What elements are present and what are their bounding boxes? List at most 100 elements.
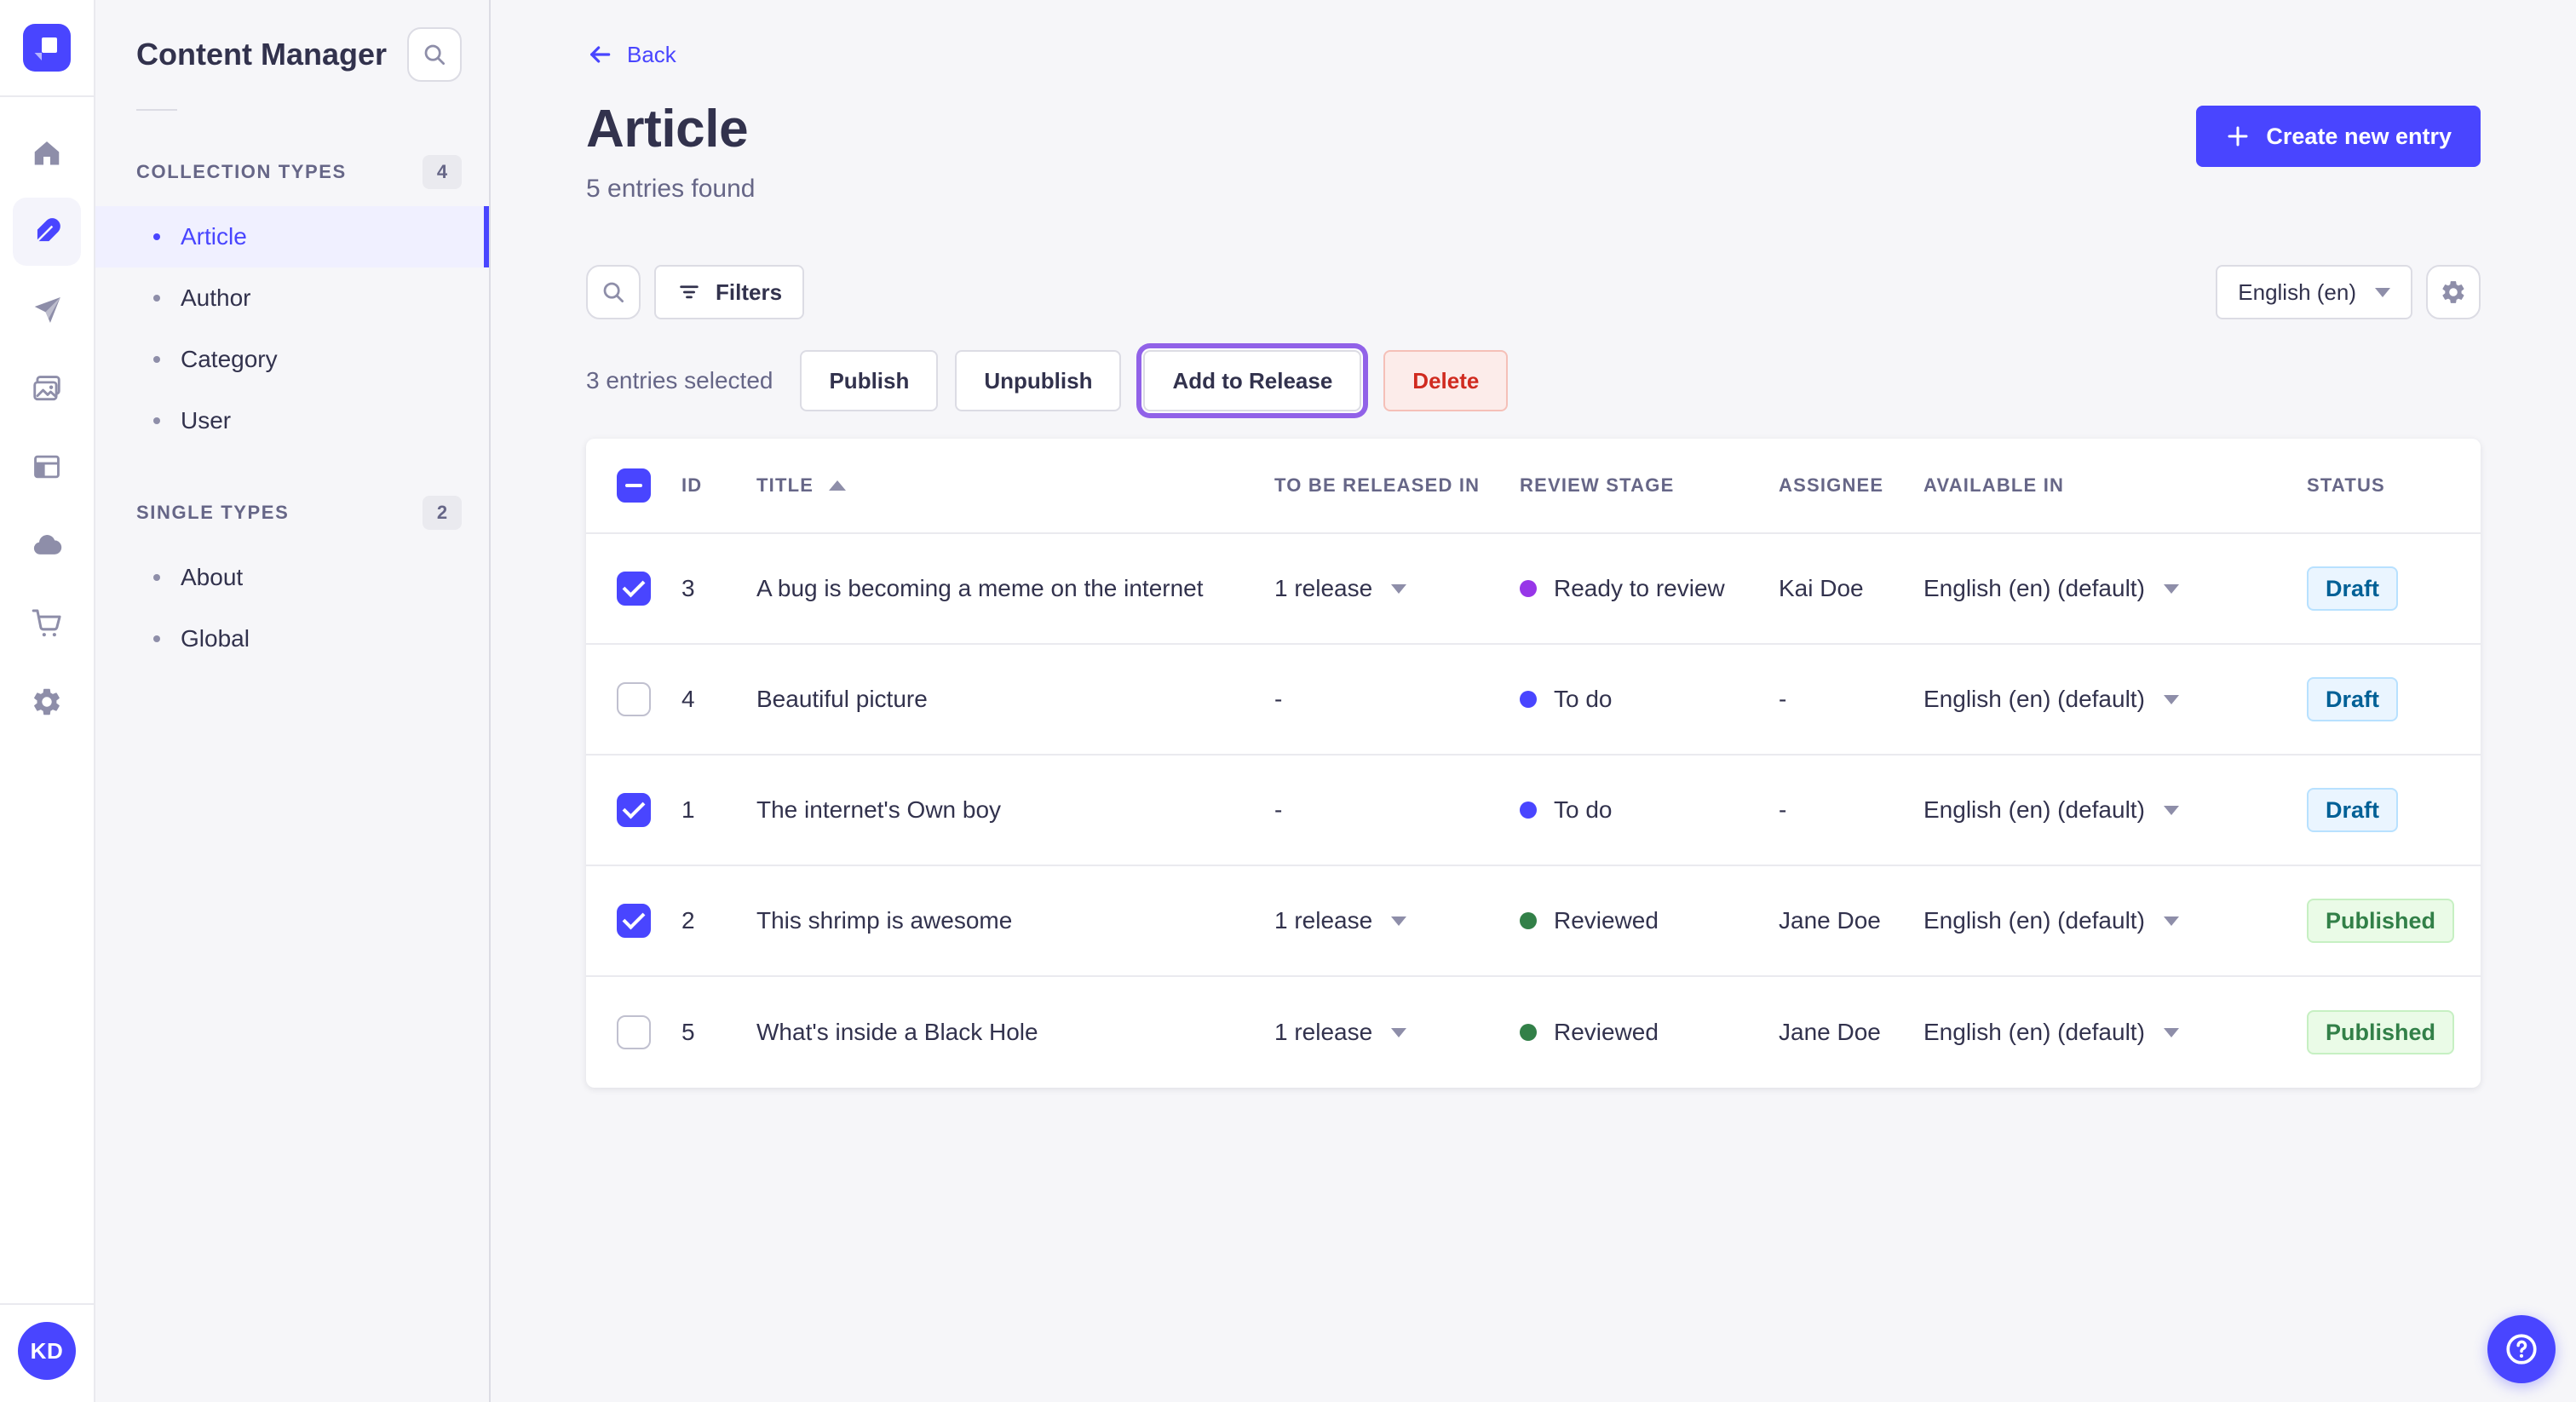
- row-available-cell[interactable]: English (en) (default): [1910, 1019, 2293, 1046]
- row-title[interactable]: A bug is becoming a meme on the internet: [743, 575, 1261, 602]
- subnav-search-button[interactable]: [407, 27, 462, 82]
- table-search-button[interactable]: [586, 265, 641, 319]
- row-id: 4: [681, 686, 695, 712]
- row-assignee: Jane Doe: [1779, 1019, 1881, 1045]
- subnav-section: COLLECTION TYPES 4 Article Author Catego…: [95, 155, 489, 451]
- row-release-cell[interactable]: 1 release: [1261, 907, 1506, 934]
- row-checkbox[interactable]: [617, 793, 651, 827]
- bullet-icon: [153, 356, 160, 363]
- unpublish-button[interactable]: Unpublish: [955, 350, 1122, 411]
- row-checkbox[interactable]: [617, 904, 651, 938]
- row-available-cell[interactable]: English (en) (default): [1910, 796, 2293, 824]
- column-header-release[interactable]: TO BE RELEASED IN: [1261, 474, 1506, 497]
- bullet-icon: [153, 417, 160, 424]
- column-header-id[interactable]: ID: [668, 474, 743, 497]
- subnav-item-user[interactable]: User: [95, 390, 489, 451]
- gear-icon[interactable]: [13, 668, 81, 736]
- column-header-stage[interactable]: REVIEW STAGE: [1506, 474, 1765, 497]
- add-to-release-button[interactable]: Add to Release: [1143, 350, 1362, 411]
- row-assignee: -: [1779, 686, 1787, 712]
- row-id: 3: [681, 575, 695, 601]
- row-release-cell[interactable]: -: [1261, 686, 1506, 713]
- release-caret-icon: [1391, 583, 1407, 594]
- row-stage: To do: [1554, 686, 1613, 712]
- column-header-assignee[interactable]: ASSIGNEE: [1765, 474, 1910, 497]
- row-release-cell[interactable]: 1 release: [1261, 575, 1506, 602]
- subnav-item-article[interactable]: Article: [95, 206, 489, 267]
- selected-count-label: 3 entries selected: [586, 367, 773, 394]
- subnav-item-author[interactable]: Author: [95, 267, 489, 329]
- row-available-cell[interactable]: English (en) (default): [1910, 575, 2293, 602]
- subnav-item-label: Author: [181, 284, 251, 311]
- status-badge: Draft: [2307, 566, 2399, 611]
- row-stage-cell: Reviewed: [1506, 1019, 1765, 1046]
- paper-plane-icon[interactable]: [13, 276, 81, 344]
- row-checkbox[interactable]: [617, 682, 651, 716]
- nav-bottom: KD: [0, 1303, 94, 1402]
- strapi-logo-icon[interactable]: [23, 24, 71, 72]
- user-avatar[interactable]: KD: [18, 1322, 76, 1380]
- entries-count: 5 entries found: [586, 175, 756, 203]
- row-stage-cell: Ready to review: [1506, 575, 1765, 602]
- entries-table: ID TITLE TO BE RELEASED IN REVIEW STAGE …: [586, 439, 2481, 1088]
- publish-button[interactable]: Publish: [800, 350, 939, 411]
- row-assignee: Kai Doe: [1779, 575, 1864, 601]
- help-button[interactable]: [2487, 1315, 2556, 1383]
- row-title[interactable]: Beautiful picture: [743, 686, 1261, 713]
- section-label: SINGLE TYPES: [136, 502, 290, 523]
- row-checkbox[interactable]: [617, 1015, 651, 1049]
- nav-divider: [0, 1303, 94, 1305]
- create-entry-button[interactable]: Create new entry: [2196, 106, 2481, 167]
- locale-select[interactable]: English (en): [2216, 265, 2412, 319]
- available-caret-icon: [2163, 916, 2179, 926]
- plus-icon: [2228, 126, 2248, 147]
- row-available-cell[interactable]: English (en) (default): [1910, 907, 2293, 934]
- row-title[interactable]: The internet's Own boy: [743, 796, 1261, 824]
- status-badge: Draft: [2307, 788, 2399, 832]
- subnav-section: SINGLE TYPES 2 About Global: [95, 496, 489, 669]
- media-library-icon[interactable]: [13, 354, 81, 422]
- view-settings-button[interactable]: [2426, 265, 2481, 319]
- subnav-sections: COLLECTION TYPES 4 Article Author Catego…: [95, 111, 489, 669]
- subnav-item-label: About: [181, 564, 244, 590]
- bullet-icon: [153, 233, 160, 240]
- subnav-item-about[interactable]: About: [95, 547, 489, 608]
- row-title[interactable]: This shrimp is awesome: [743, 907, 1261, 934]
- row-stage-cell: Reviewed: [1506, 907, 1765, 934]
- row-available: English (en) (default): [1923, 575, 2145, 601]
- search-icon: [603, 282, 624, 302]
- cart-icon[interactable]: [13, 589, 81, 658]
- row-release: 1 release: [1274, 907, 1373, 934]
- row-available-cell[interactable]: English (en) (default): [1910, 686, 2293, 713]
- feather-icon[interactable]: [13, 198, 81, 266]
- column-header-status[interactable]: STATUS: [2293, 474, 2481, 497]
- bullet-icon: [153, 574, 160, 581]
- row-release-cell[interactable]: 1 release: [1261, 1019, 1506, 1046]
- filters-button[interactable]: Filters: [654, 265, 805, 319]
- column-header-title[interactable]: TITLE: [743, 474, 1261, 497]
- gear-icon: [2442, 281, 2464, 303]
- table-row: 1 The internet's Own boy - To do - Engli…: [586, 756, 2481, 866]
- status-badge: Draft: [2307, 677, 2399, 721]
- row-stage-cell: To do: [1506, 796, 1765, 824]
- column-header-available[interactable]: AVAILABLE IN: [1910, 474, 2293, 497]
- status-badge: Published: [2307, 899, 2455, 943]
- row-checkbox[interactable]: [617, 572, 651, 606]
- row-release-cell[interactable]: -: [1261, 796, 1506, 824]
- section-items: About Global: [95, 547, 489, 669]
- page-title: Article: [586, 100, 749, 158]
- row-title[interactable]: What's inside a Black Hole: [743, 1019, 1261, 1046]
- table-row: 4 Beautiful picture - To do - English (e…: [586, 645, 2481, 756]
- available-caret-icon: [2163, 694, 2179, 704]
- subnav-item-category[interactable]: Category: [95, 329, 489, 390]
- row-stage: Reviewed: [1554, 1019, 1659, 1045]
- home-icon[interactable]: [13, 119, 81, 187]
- layout-panel-icon[interactable]: [13, 433, 81, 501]
- subnav-item-global[interactable]: Global: [95, 608, 489, 669]
- cloud-icon[interactable]: [13, 511, 81, 579]
- subnav-item-label: Global: [181, 625, 250, 652]
- select-all-checkbox[interactable]: [617, 468, 651, 503]
- logo-box: [0, 0, 95, 97]
- delete-button[interactable]: Delete: [1383, 350, 1509, 411]
- back-link[interactable]: Back: [586, 41, 676, 68]
